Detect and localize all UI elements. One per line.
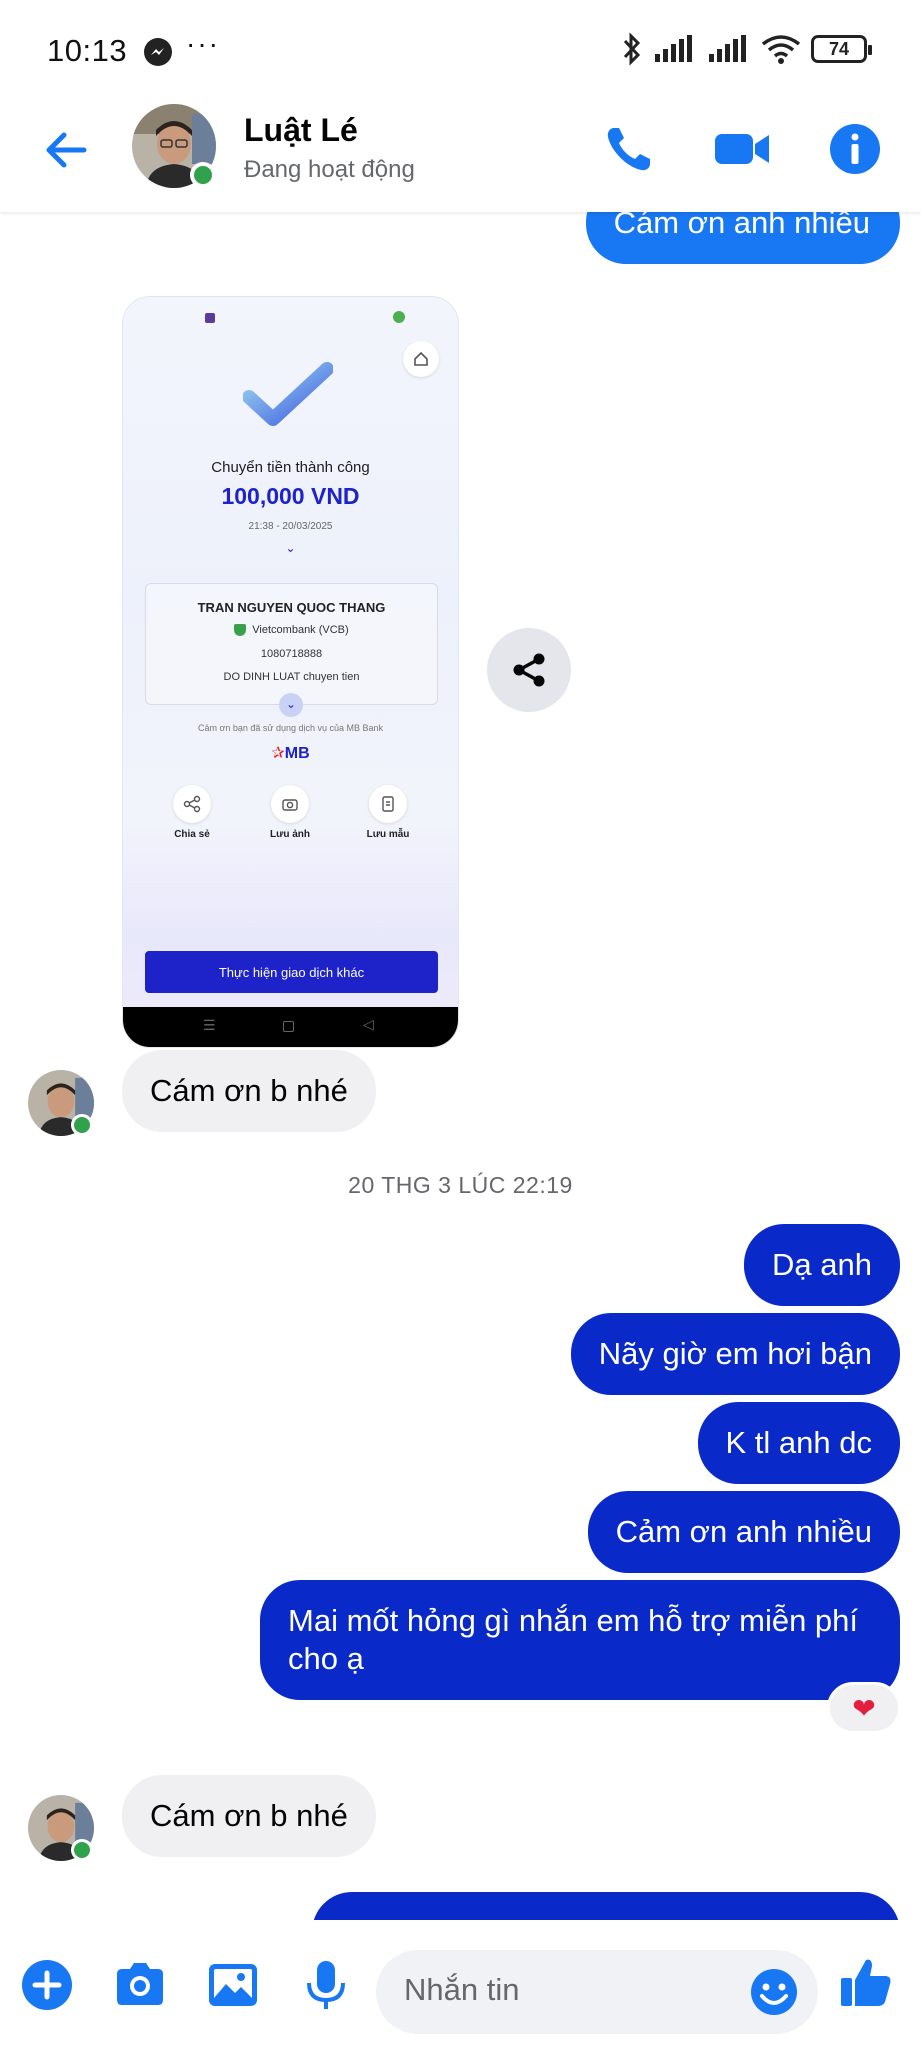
emoji-icon[interactable] — [748, 1966, 800, 2018]
chevron-down-icon: ⌄ — [285, 541, 296, 555]
share-action-label: Chia sẻ — [174, 829, 210, 840]
save-photo-action-icon — [271, 785, 309, 823]
expand-chevron-icon: ⌄ — [279, 693, 303, 717]
message-line: cho ạ — [288, 1641, 364, 1676]
app-indicator-icon — [205, 313, 215, 323]
share-action-icon — [173, 785, 211, 823]
recipient-account: 1080718888 — [260, 648, 323, 660]
message-bubble-outgoing[interactable]: K tl anh dc — [697, 1402, 900, 1484]
receipt-datetime: 21:38 - 20/03/2025 — [248, 521, 333, 532]
receipt-details-card: TRAN NGUYEN QUOC THANG Vietcombank (VCB)… — [145, 583, 438, 705]
status-right: 74 — [621, 32, 872, 66]
status-bar: 10:13 ··· 74 — [0, 0, 921, 104]
back-nav-icon: ◁ — [363, 1016, 374, 1032]
share-button[interactable] — [487, 628, 571, 712]
mb-brand: MB — [284, 745, 310, 762]
phone-nav-bar: ☰ ◁ — [123, 1007, 458, 1047]
message-bubble-outgoing[interactable]: Nãy giờ em hơi bận — [570, 1313, 900, 1395]
message-bubble-outgoing[interactable]: Dạ anh — [744, 1224, 900, 1306]
save-template-action-icon — [369, 785, 407, 823]
message-bubble-incoming[interactable]: Cám ơn b nhé — [122, 1050, 376, 1132]
wifi-icon — [761, 35, 801, 64]
battery-indicator: 74 — [811, 35, 872, 63]
online-indicator — [190, 162, 216, 188]
back-arrow-icon[interactable] — [40, 124, 92, 176]
receipt-thanks: Cảm ơn bạn đã sử dụng dịch vụ của MB Ban… — [197, 723, 384, 733]
heart-reaction-icon[interactable]: ❤ — [827, 1682, 901, 1734]
phone-icon[interactable] — [600, 120, 658, 178]
message-input-placeholder: Nhắn tin — [404, 1972, 520, 2007]
checkmark-icon — [243, 362, 333, 426]
info-icon[interactable] — [826, 120, 884, 178]
receipt-title: Chuyển tiền thành công — [211, 459, 370, 476]
message-bubble-outgoing[interactable]: Mai mốt hỏng gì nhắn em hỗ trợ miễn phí … — [260, 1580, 900, 1700]
composer-bar: Nhắn tin — [0, 1920, 921, 2048]
online-indicator — [71, 1839, 93, 1861]
gallery-icon[interactable] — [206, 1958, 260, 2012]
home-icon — [403, 341, 439, 377]
recipient-bank: Vietcombank (VCB) — [146, 624, 437, 637]
microphone-icon[interactable] — [299, 1958, 353, 2012]
status-dot-icon — [393, 311, 405, 323]
video-camera-icon[interactable] — [713, 120, 771, 178]
menu-icon: ☰ — [203, 1017, 216, 1033]
messenger-icon — [144, 38, 172, 66]
camera-icon[interactable] — [113, 1958, 167, 2012]
message-line: Mai mốt hỏng gì nhắn em hỗ trợ miễn phí — [288, 1603, 859, 1638]
receipt-amount: 100,000 VND — [221, 483, 360, 509]
message-bubble-outgoing-partial[interactable] — [312, 1892, 900, 1920]
thumbs-up-icon[interactable] — [838, 1954, 894, 2010]
save-photo-action-label: Lưu ảnh — [269, 829, 310, 840]
status-time: 10:13 — [47, 33, 128, 68]
battery-level: 74 — [828, 38, 850, 59]
plus-icon[interactable] — [20, 1958, 74, 2012]
share-icon — [513, 653, 545, 687]
message-thread[interactable]: Cám ơn anh nhiều Chuyển tiền thành công … — [0, 212, 921, 1920]
signal-icon — [655, 35, 692, 62]
transfer-note: DO DINH LUAT chuyen tien — [223, 671, 360, 683]
message-input[interactable]: Nhắn tin — [376, 1950, 818, 2034]
mb-logo: ✰MB — [271, 745, 310, 762]
bluetooth-icon — [623, 32, 641, 66]
status-more-dots: ··· — [186, 28, 220, 59]
bank-shield-icon — [234, 624, 247, 637]
home-nav-icon — [283, 1021, 294, 1032]
message-bubble-outgoing[interactable]: Cảm ơn anh nhiều — [587, 1491, 900, 1573]
recipient-name: TRAN NGUYEN QUOC THANG — [197, 600, 386, 615]
message-bubble-outgoing[interactable]: Cám ơn anh nhiều — [585, 212, 900, 264]
transfer-receipt-image[interactable]: Chuyển tiền thành công 100,000 VND 21:38… — [122, 296, 459, 1048]
save-template-action-label: Lưu mẫu — [366, 829, 410, 840]
new-transaction-button: Thực hiện giao dịch khác — [145, 951, 438, 993]
contact-name[interactable]: Luật Lé — [244, 112, 358, 149]
bank-name: Vietcombank (VCB) — [252, 624, 349, 636]
online-indicator — [71, 1114, 93, 1136]
reaction-heart: ❤ — [852, 1692, 876, 1724]
conversation-header: Luật Lé Đang hoạt động — [0, 104, 921, 212]
contact-active-status: Đang hoạt động — [244, 156, 415, 183]
message-timestamp: 20 THG 3 LÚC 22:19 — [348, 1172, 573, 1198]
message-bubble-incoming[interactable]: Cám ơn b nhé — [122, 1775, 376, 1857]
signal-icon-2 — [709, 35, 746, 62]
